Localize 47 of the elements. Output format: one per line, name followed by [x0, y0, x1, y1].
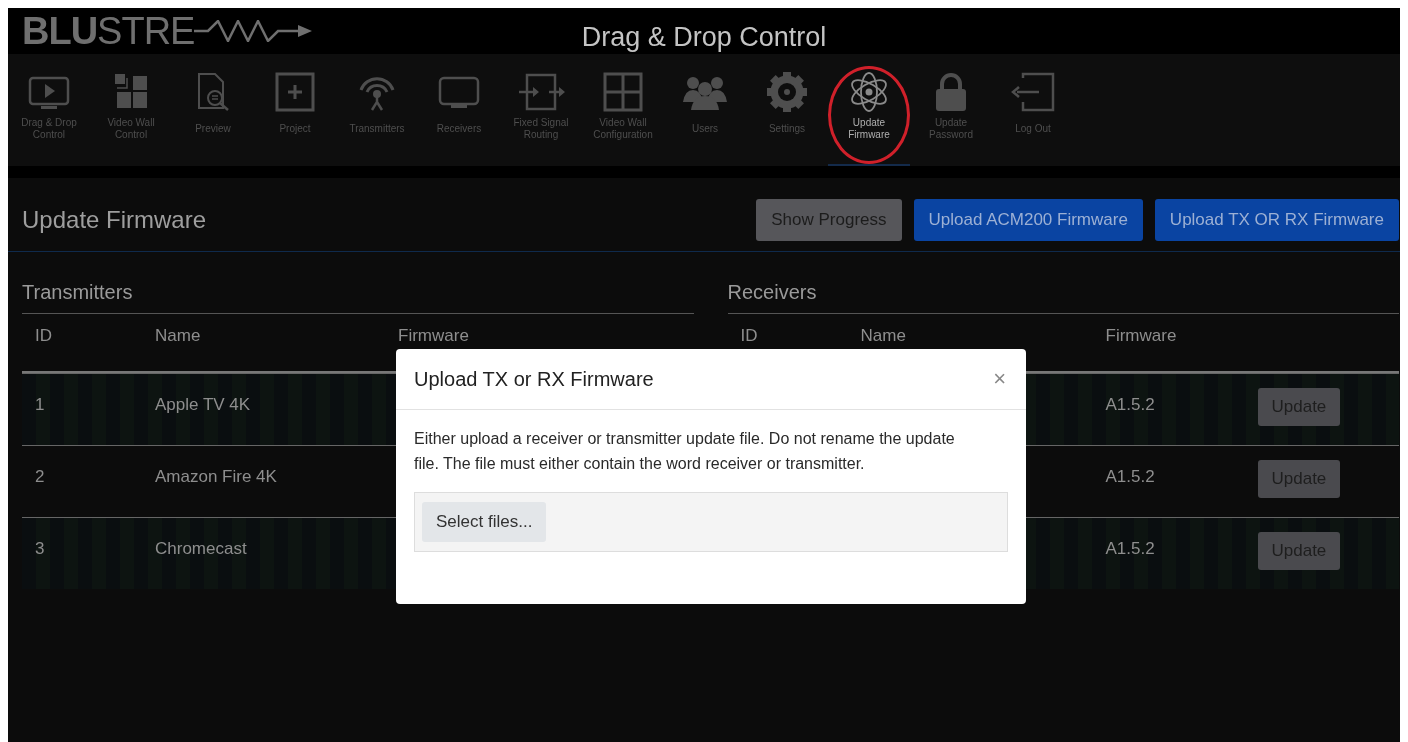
- table-cell-text: Apple TV 4K: [154, 394, 252, 415]
- upload-button[interactable]: Upload TX OR RX Firmware: [1154, 199, 1399, 241]
- modal-title: Upload TX or RX Firmware: [414, 367, 654, 391]
- nav-tab[interactable]: Video Wall Configuration: [582, 66, 664, 166]
- table-cell-text: Amazon Fire 4K: [154, 466, 278, 487]
- table-cell-text: 1: [34, 394, 46, 415]
- table-cell-text: Chromecast: [154, 538, 248, 559]
- page-title: Update Firmware: [22, 206, 207, 234]
- nav-tab[interactable]: Settings: [746, 66, 828, 166]
- upload-button[interactable]: Upload ACM200 Firmware: [913, 199, 1143, 241]
- column-header: ID: [739, 325, 759, 347]
- column-header: Firmware: [397, 325, 470, 347]
- section-title: Transmitters: [22, 281, 694, 314]
- app-title: Drag & Drop Control: [581, 22, 827, 53]
- select-files-button[interactable]: Select files...: [422, 502, 547, 542]
- table-cell-text: A1.5.2: [1104, 538, 1156, 559]
- table-cell-text: A1.5.2: [1104, 394, 1156, 415]
- logo-text: BLU: [22, 9, 98, 53]
- plus-square-icon: [273, 72, 317, 112]
- nav-tab[interactable]: Log Out: [992, 66, 1074, 166]
- column-header: ID: [34, 325, 53, 347]
- nav-tab[interactable]: Update Firmware: [828, 66, 910, 166]
- close-button[interactable]: ×: [989, 366, 1010, 392]
- file-drop-field[interactable]: Select files...: [414, 492, 1008, 552]
- nav-tab[interactable]: Preview: [172, 66, 254, 166]
- settings-icon: [765, 72, 809, 112]
- nav-tab[interactable]: Fixed Signal Routing: [500, 66, 582, 166]
- nav-tab[interactable]: Video Wall Control: [90, 66, 172, 166]
- nav-tab[interactable]: Receivers: [418, 66, 500, 166]
- modal-text: Either upload a receiver or transmitter update file. Do not rename the update file. The file must either contain the word receiver or transmitter.: [414, 429, 956, 474]
- table-cell-text: 3: [34, 538, 46, 559]
- logout-icon: [1011, 72, 1055, 112]
- section-title: Receivers: [727, 281, 1399, 314]
- column-header: Name: [154, 325, 202, 347]
- column-header: Firmware: [1104, 325, 1178, 347]
- table-cell-text: 2: [34, 466, 46, 487]
- routing-arrows-icon: [519, 72, 563, 112]
- logo-text: STRE: [97, 9, 195, 53]
- nav-tab[interactable]: Drag & Drop Control: [8, 66, 90, 166]
- column-header: Name: [859, 325, 907, 347]
- nav-tab[interactable]: Transmitters: [336, 66, 418, 166]
- show-progress-button[interactable]: Show Progress: [756, 199, 902, 241]
- table-cell-text: A1.5.2: [1104, 466, 1156, 487]
- nav-tab[interactable]: Users: [664, 66, 746, 166]
- grid-square-icon: [601, 72, 645, 112]
- nav-tab[interactable]: Update Password: [910, 66, 992, 166]
- nav-tab[interactable]: Project: [254, 66, 336, 166]
